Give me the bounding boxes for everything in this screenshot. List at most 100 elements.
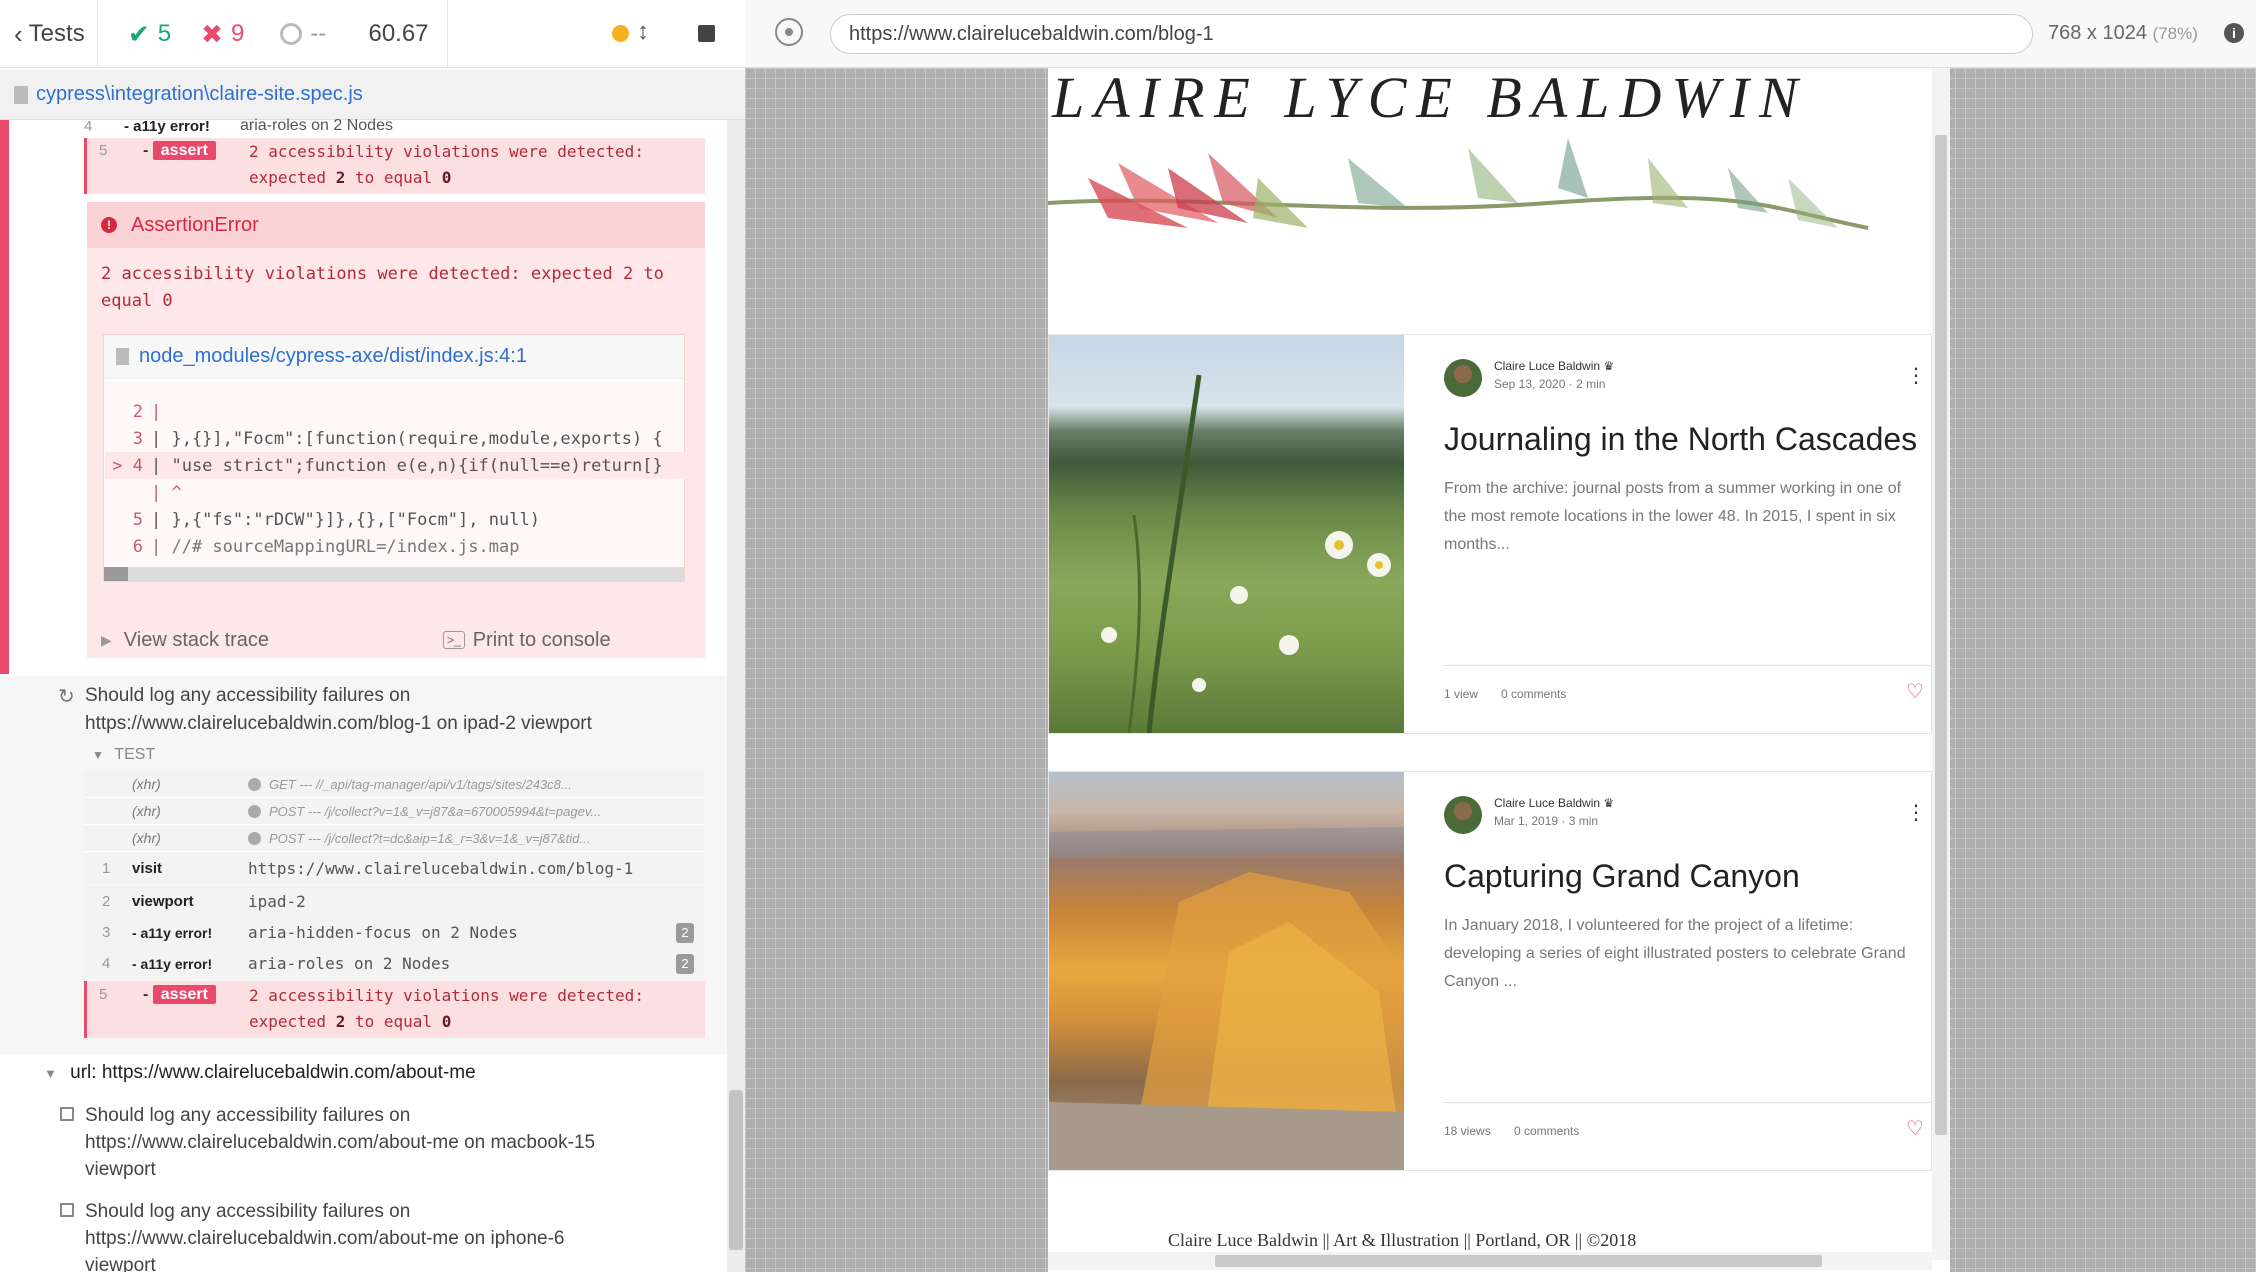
test-pending-icon: [60, 1203, 74, 1217]
print-to-console-button[interactable]: Print to console: [473, 629, 611, 652]
code-line: 6 | //# sourceMappingURL=/index.js.map: [132, 536, 520, 557]
code-line: 3 | },{}],"Focm":[function(require,module…: [132, 428, 663, 449]
blog-post-card[interactable]: Claire Luce Baldwin ♛ Sep 13, 2020 · 2 m…: [1048, 334, 1932, 734]
view-stack-trace-button[interactable]: View stack trace: [124, 629, 269, 652]
xhr-status-icon: [248, 804, 261, 818]
post-comments[interactable]: 0 comments: [1514, 1124, 1579, 1138]
check-icon: ✔: [128, 18, 150, 49]
code-frame-header[interactable]: node_modules/cypress-axe/dist/index.js:4…: [104, 335, 684, 379]
assert-message-expected: expected 2 to equal 0: [249, 1012, 452, 1031]
assert-command-row[interactable]: 5 - assert 2 accessibility violations we…: [84, 981, 705, 1038]
test-title[interactable]: Should log any accessibility failures on…: [85, 1102, 595, 1183]
error-title: AssertionError: [131, 213, 259, 236]
site-vertical-scrollbar-thumb[interactable]: [1935, 135, 1947, 1135]
test-title[interactable]: Should log any accessibility failures on…: [85, 1198, 564, 1272]
xhr-row[interactable]: (xhr) GET --- //_api/tag-manager/api/v1/t…: [84, 771, 704, 798]
error-message-line2: equal 0: [101, 291, 173, 311]
command-name: - a11y error!: [124, 117, 210, 135]
command-row[interactable]: 1 visit https://www.clairelucebaldwin.com/…: [84, 853, 704, 884]
command-number: 4: [84, 117, 93, 135]
cypress-reporter: ‹ Tests ✔ 5 ✖ 9 -- 60.67 ↕ cypress\integ…: [0, 0, 745, 1272]
code-frame-scrollbar[interactable]: [104, 567, 684, 581]
site-horizontal-scrollbar-thumb[interactable]: [1215, 1255, 1822, 1267]
author-avatar[interactable]: [1444, 359, 1482, 397]
selector-playground-icon[interactable]: [775, 18, 803, 46]
chevron-left-icon: ‹: [14, 18, 23, 49]
command-row[interactable]: 4 - a11y error! aria-roles on 2 Nodes: [84, 114, 704, 138]
post-excerpt[interactable]: From the archive: journal posts from a s…: [1444, 475, 1924, 559]
test-section-header[interactable]: ▼ TEST: [92, 746, 155, 764]
post-body: Claire Luce Baldwin ♛ Mar 1, 2019 · 3 mi…: [1404, 772, 1932, 1170]
pending-icon: [280, 23, 303, 45]
post-date: Sep 13, 2020 · 2 min: [1494, 377, 1606, 391]
command-row[interactable]: 4- a11y error! aria-roles on 2 Nodes 2: [84, 948, 704, 979]
post-views: 18 views: [1444, 1124, 1491, 1138]
tests-label: Tests: [28, 20, 85, 47]
alert-icon: !: [101, 217, 117, 233]
spec-file-link[interactable]: cypress\integration\claire-site.spec.js: [36, 83, 363, 106]
xhr-row[interactable]: (xhr) POST --- /j/collect?t=dc&aip=1&_r=3…: [84, 825, 704, 852]
heart-icon[interactable]: ♡: [1906, 1116, 1924, 1141]
author-name[interactable]: Claire Luce Baldwin ♛: [1494, 359, 1614, 373]
crown-icon: ♛: [1603, 796, 1615, 810]
heart-icon[interactable]: ♡: [1906, 679, 1924, 704]
spec-file-bar[interactable]: cypress\integration\claire-site.spec.js: [0, 70, 745, 120]
refresh-icon: ↻: [58, 686, 75, 708]
xhr-status-icon: [248, 777, 261, 791]
assert-badge: assert: [152, 985, 216, 1004]
site-footer: Claire Luce Baldwin || Art & Illustratio…: [1168, 1230, 1637, 1250]
pending-count: --: [310, 20, 327, 47]
more-options-icon[interactable]: ⋮: [1906, 800, 1926, 825]
command-message: aria-roles on 2 Nodes: [240, 117, 393, 134]
code-line-highlighted: > 4 | "use strict";function e(e,n){if(nul…: [105, 452, 690, 479]
passed-count: 5: [157, 20, 172, 47]
stop-button[interactable]: [698, 25, 715, 42]
post-title[interactable]: Journaling in the North Cascades: [1444, 421, 1917, 458]
command-number: 5: [99, 142, 108, 159]
command-row[interactable]: 3- a11y error! aria-hidden-focus on 2 Nod…: [84, 917, 704, 948]
assert-badge: assert: [152, 141, 216, 160]
error-message-line1: 2 accessibility violations were detected…: [101, 264, 664, 284]
assert-message: 2 accessibility violations were detected…: [249, 986, 644, 1005]
caret-down-icon: ▼: [92, 748, 104, 762]
assert-message: 2 accessibility violations were detected…: [249, 142, 644, 161]
count-badge: 2: [676, 953, 694, 974]
blog-post-card[interactable]: Claire Luce Baldwin ♛ Mar 1, 2019 · 3 mi…: [1048, 771, 1932, 1171]
code-frame-file-link[interactable]: node_modules/cypress-axe/dist/index.js:4…: [139, 345, 527, 368]
post-body: Claire Luce Baldwin ♛ Sep 13, 2020 · 2 m…: [1404, 335, 1932, 733]
xhr-row[interactable]: (xhr) POST --- /j/collect?v=1&_v=j87&a=67…: [84, 798, 704, 825]
assert-command-row[interactable]: 5 - assert 2 accessibility violations we…: [84, 138, 705, 194]
stack-trace-bar: ▶ View stack trace >_ Print to console: [87, 622, 705, 658]
count-badge: 2: [676, 922, 694, 943]
caret-down-icon: ▼: [44, 1066, 57, 1081]
stats-bar: ‹ Tests ✔ 5 ✖ 9 -- 60.67 ↕: [0, 0, 745, 68]
error-header: ! AssertionError: [87, 202, 705, 248]
info-icon[interactable]: i: [2224, 23, 2244, 43]
command-row[interactable]: 2 viewport ipad-2: [84, 886, 704, 917]
duration: 60.67: [350, 0, 448, 68]
post-views: 1 view: [1444, 687, 1479, 701]
post-title[interactable]: Capturing Grand Canyon: [1444, 858, 1800, 895]
failed-count: 9: [230, 20, 245, 47]
file-icon: [116, 348, 129, 365]
author-avatar[interactable]: [1444, 796, 1482, 834]
post-image[interactable]: [1049, 772, 1404, 1170]
running-indicator-icon: [612, 25, 629, 42]
crown-icon: ♛: [1603, 359, 1615, 373]
test-title[interactable]: Should log any accessibility failures on…: [85, 682, 592, 738]
flower-illustration: [1048, 138, 1869, 230]
autoscroll-icon[interactable]: ↕: [637, 18, 649, 46]
suite-title[interactable]: ▼ url: https://www.clairelucebaldwin.com…: [44, 1062, 476, 1084]
tests-button[interactable]: ‹ Tests: [0, 0, 98, 68]
code-line: 5 | },{"fs":"rDCW"}]},{},["Focm"], null): [132, 509, 540, 530]
url-bar[interactable]: https://www.clairelucebaldwin.com/blog-1: [830, 14, 2033, 54]
post-image[interactable]: [1049, 335, 1404, 733]
post-comments[interactable]: 0 comments: [1501, 687, 1566, 701]
assert-message-expected: expected 2 to equal 0: [249, 168, 452, 187]
post-excerpt[interactable]: In January 2018, I volunteered for the p…: [1444, 912, 1924, 996]
more-options-icon[interactable]: ⋮: [1906, 363, 1926, 388]
viewport-size[interactable]: 768 x 1024 (78%): [2048, 22, 2198, 45]
failed-test-indicator: [0, 120, 9, 674]
author-name[interactable]: Claire Luce Baldwin ♛: [1494, 796, 1614, 810]
reporter-scrollbar-thumb[interactable]: [729, 1090, 743, 1250]
